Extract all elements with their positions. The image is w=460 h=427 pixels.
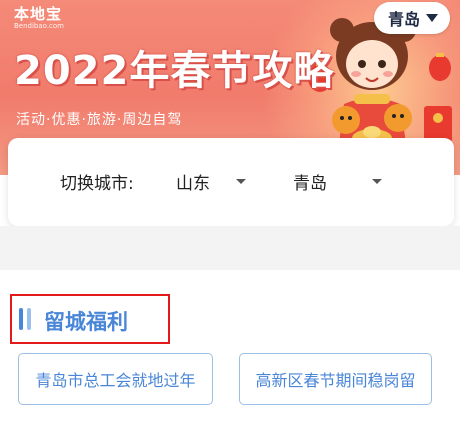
current-city-label: 青岛 [387,10,420,29]
province-select[interactable]: 山东 [176,169,210,194]
province-dropdown-icon[interactable] [236,179,246,184]
benefits-section: 留城福利 青岛市总工会就地过年 高新区春节期间稳岗留 [0,270,460,427]
section-bars-icon [19,308,31,330]
benefit-tag-union[interactable]: 青岛市总工会就地过年 [18,353,213,405]
section-heading-highlight: 留城福利 [10,294,170,344]
section-divider [0,226,460,270]
site-logo[interactable]: 本地宝 [14,6,62,22]
benefit-tag-hitech-zone[interactable]: 高新区春节期间稳岗留 [239,353,432,405]
chevron-down-icon [426,14,438,22]
city-switch-card: 切换城市: 山东 青岛 [8,138,454,226]
section-title: 留城福利 [44,310,128,334]
city-select[interactable]: 青岛 [293,169,327,194]
banner-headline: 2022年春节攻略 [14,48,335,94]
city-switch-label: 切换城市: [60,174,134,194]
city-dropdown-icon[interactable] [372,179,382,184]
banner-subline: 活动·优惠·旅游·周边自驾 [16,112,183,128]
city-picker-button[interactable]: 青岛 [373,2,450,34]
site-logo-domain: Bendibao.com [14,22,65,30]
